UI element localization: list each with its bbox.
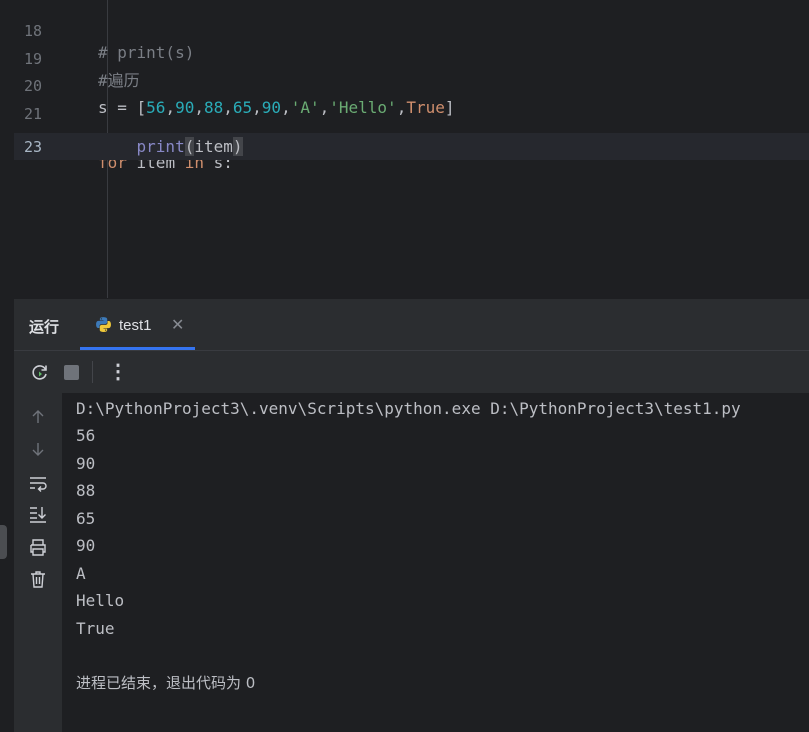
console-line: 65 (76, 509, 96, 528)
arrow-down-icon[interactable] (28, 439, 48, 459)
soft-wrap-icon[interactable] (28, 473, 48, 493)
close-icon[interactable]: ✕ (171, 315, 184, 335)
console-line: D:\PythonProject3\.venv\Scripts\python.e… (76, 399, 741, 418)
line-number: 23 (24, 138, 43, 156)
paren-close: ) (232, 137, 243, 156)
call-arg: item (194, 137, 233, 156)
console-line: True (76, 619, 115, 638)
run-toolbar: ⋮ (14, 350, 809, 394)
run-tool-window-header: 运行 test1 ✕ (14, 298, 809, 350)
arrow-up-icon[interactable] (28, 407, 48, 427)
rerun-icon[interactable] (30, 362, 50, 382)
code-line: 20 s = [56,90,88,65,90,'A','Hello',True] (14, 53, 809, 117)
paren-open: ( (184, 137, 195, 156)
console-line: 88 (76, 481, 96, 500)
console-line: 90 (76, 536, 96, 555)
process-exit-message: 进程已结束，退出代码为 0 (76, 674, 256, 692)
trash-icon[interactable] (28, 569, 48, 589)
left-edge-strip (0, 0, 14, 732)
scroll-to-end-icon[interactable] (28, 504, 48, 524)
console-line: A (76, 564, 86, 583)
console-line: Hello (76, 591, 125, 610)
tab-test1[interactable]: test1 ✕ (80, 299, 195, 350)
more-options-icon[interactable]: ⋮ (108, 359, 128, 384)
print-icon[interactable] (28, 537, 48, 557)
stop-icon[interactable] (64, 365, 79, 380)
code-line: 19 #遍历 (14, 26, 809, 90)
console-line: 90 (76, 454, 96, 473)
code-line: 22 for item in s: (14, 108, 809, 172)
code-line: 21 (14, 81, 809, 123)
toolbar-separator (92, 361, 93, 383)
code-line: 18 # print(s) (14, 0, 809, 62)
code-editor[interactable]: 18 # print(s) 19 #遍历 20 s = [56,90,88,65… (14, 0, 809, 298)
code-line-current: 23 print(item) (14, 133, 809, 160)
builtin-print: print (136, 137, 185, 156)
run-panel-title: 运行 (29, 319, 60, 336)
tab-label: test1 (119, 317, 152, 334)
code-text: print(item) (98, 136, 243, 158)
python-icon (96, 317, 111, 332)
console-line: 56 (76, 426, 96, 445)
panel-resize-handle[interactable] (0, 525, 7, 559)
console-side-actions (14, 393, 62, 732)
console-output[interactable]: D:\PythonProject3\.venv\Scripts\python.e… (62, 393, 809, 732)
